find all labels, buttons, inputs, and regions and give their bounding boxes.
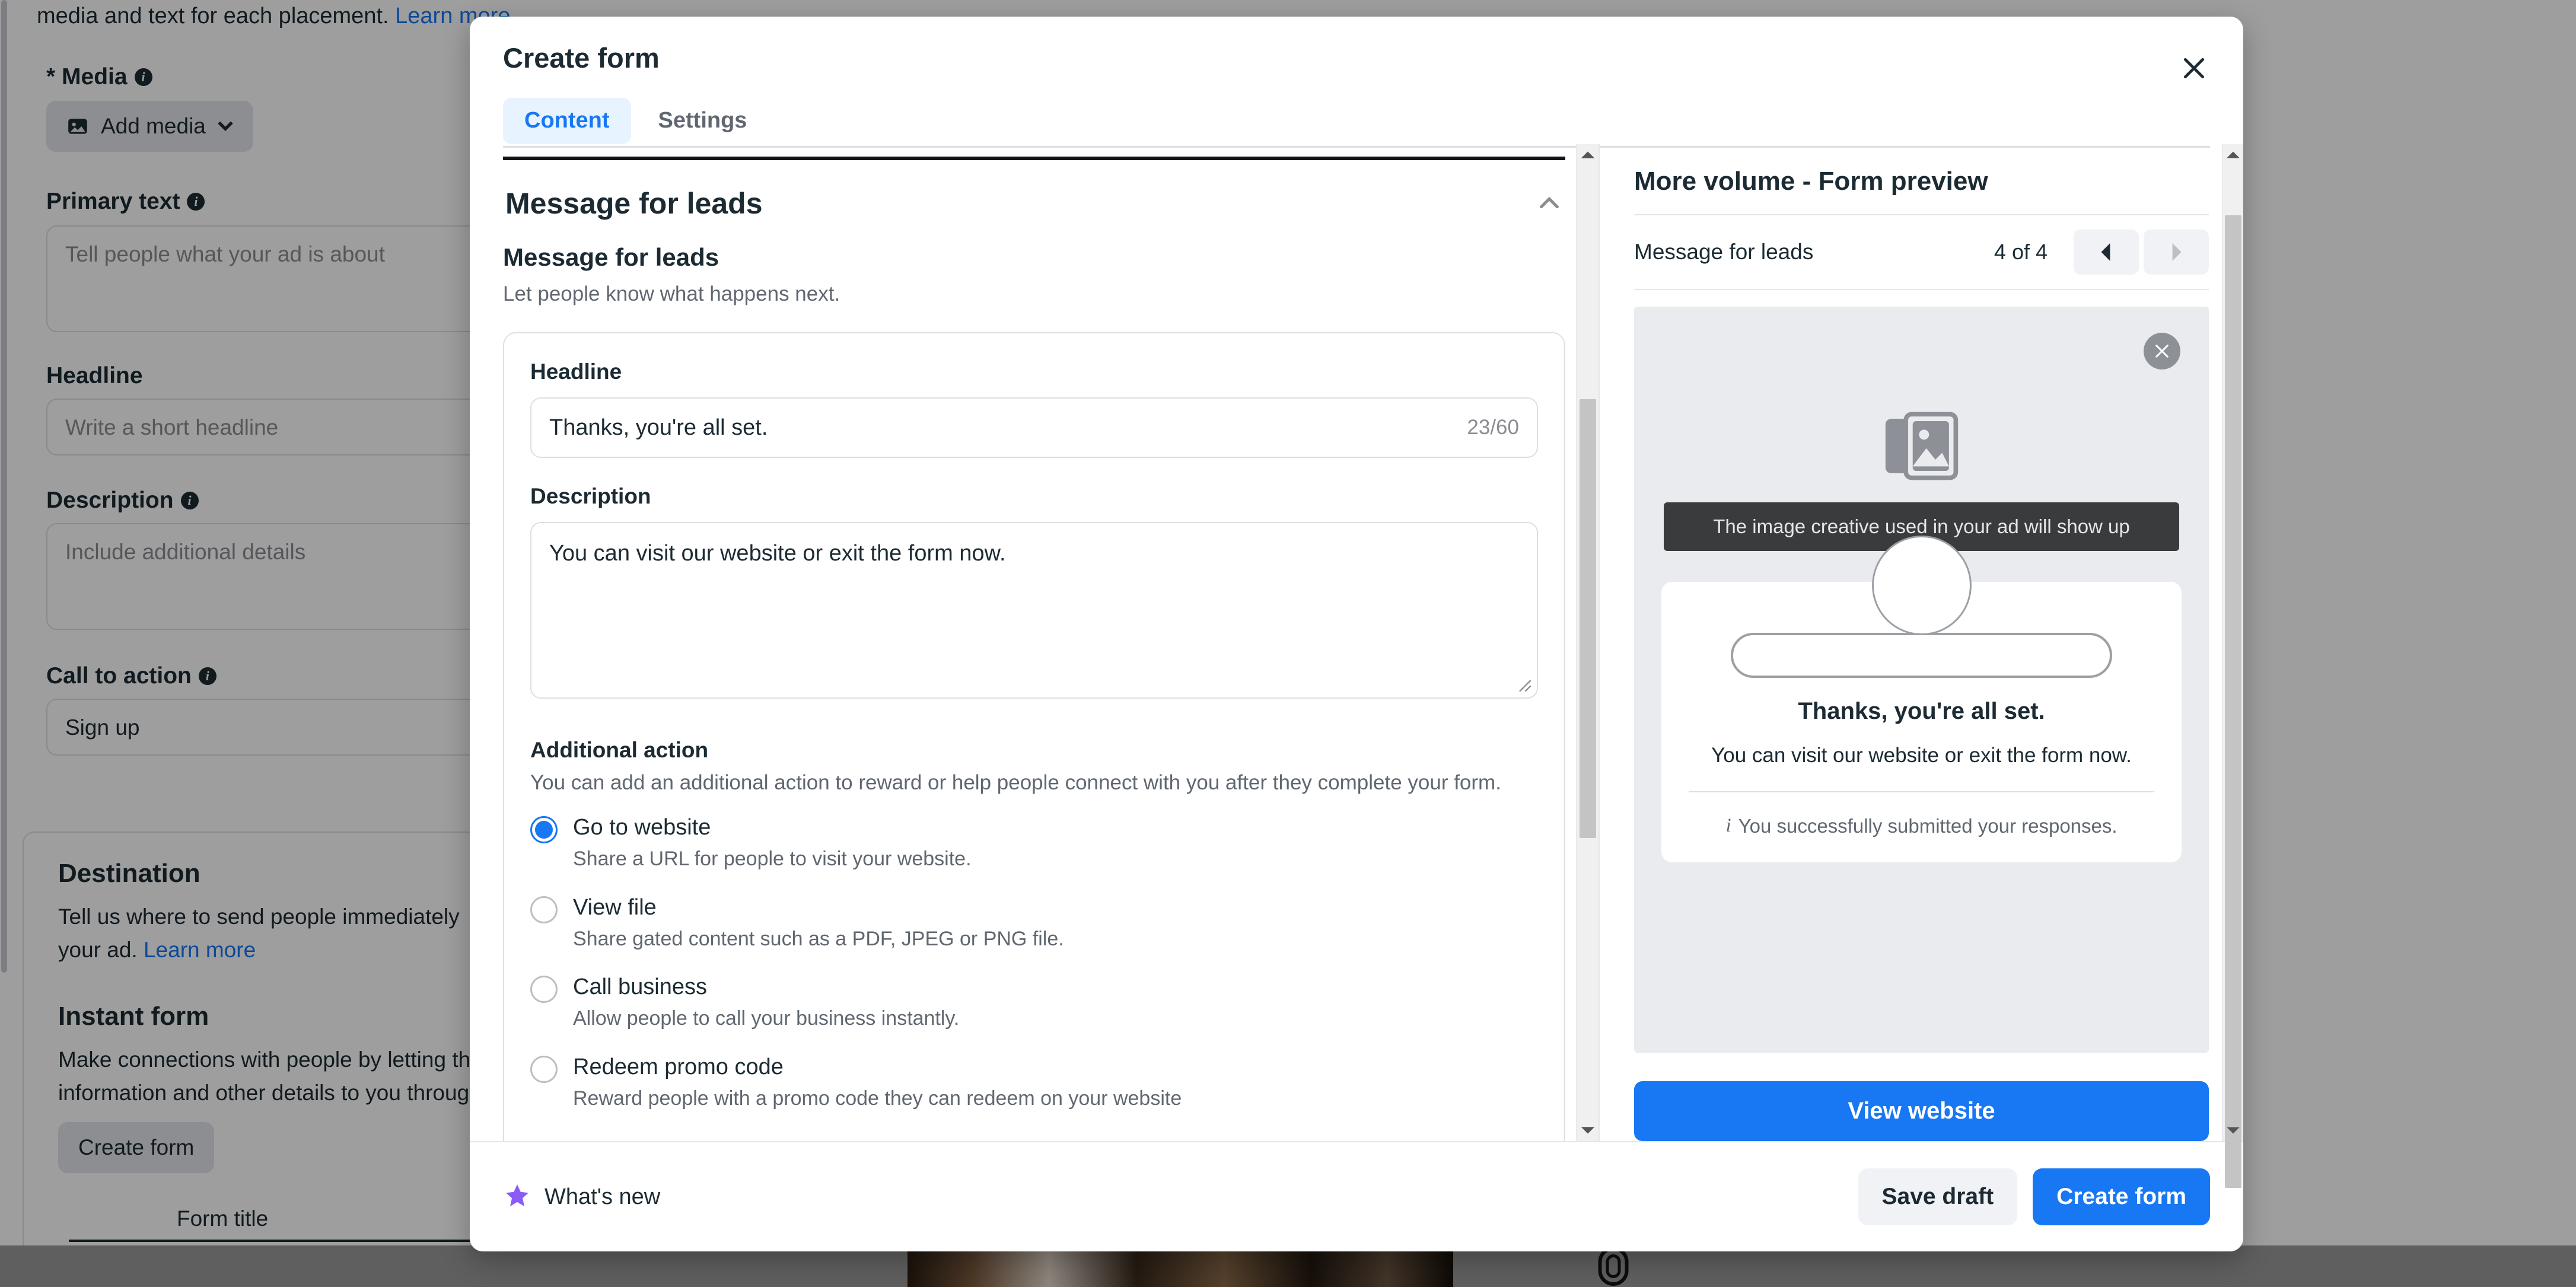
- headline-char-count: 23/60: [1467, 416, 1519, 439]
- create-form-modal: Create form Content Settings Message for…: [470, 17, 2243, 1251]
- preview-note: i You successfully submitted your respon…: [1689, 815, 2154, 837]
- fields-card: Headline Thanks, you're all set. 23/60 D…: [503, 332, 1565, 1141]
- section-header[interactable]: Message for leads: [503, 160, 1565, 243]
- image-icon: [1885, 412, 1958, 480]
- modal-body: Message for leads Message for leads Let …: [470, 144, 2243, 1188]
- radio-label: Redeem promo code: [573, 1054, 784, 1079]
- info-icon: i: [1725, 815, 1731, 837]
- radio-button[interactable]: [530, 816, 558, 844]
- tab-settings[interactable]: Settings: [637, 98, 769, 144]
- preview-description: You can visit our website or exit the fo…: [1711, 743, 2132, 767]
- radio-button[interactable]: [530, 896, 558, 923]
- block-title: Message for leads: [503, 243, 719, 272]
- content-pane-scrollbar-thumb[interactable]: [1580, 399, 1596, 838]
- block-subtitle: Let people know what happens next.: [503, 282, 840, 306]
- radio-description: Share a URL for people to visit your web…: [573, 848, 972, 871]
- close-icon[interactable]: [2172, 46, 2216, 90]
- scroll-down-arrow-icon[interactable]: [2225, 1126, 2241, 1136]
- preview-nav-row: Message for leads 4 of 4: [1634, 214, 2209, 290]
- close-glyph: [2155, 344, 2169, 358]
- content-scroll-area[interactable]: Message for leads Message for leads Let …: [470, 160, 1599, 1141]
- description-value: You can visit our website or exit the fo…: [549, 541, 1006, 566]
- preview-next-button[interactable]: [2144, 229, 2209, 275]
- preview-divider: [1689, 791, 2154, 792]
- preview-note-text: You successfully submitted your response…: [1738, 814, 2118, 837]
- additional-action-block: Additional action You can add an additio…: [530, 738, 1538, 1110]
- radio-option-view-file[interactable]: View file Share gated content such as a …: [530, 895, 1538, 951]
- scroll-up-arrow-icon[interactable]: [1580, 149, 1596, 160]
- headline-input[interactable]: Thanks, you're all set. 23/60: [530, 397, 1538, 458]
- additional-action-subtitle: You can add an additional action to rewa…: [530, 771, 1501, 795]
- view-website-button[interactable]: View website: [1634, 1081, 2209, 1141]
- scroll-up-arrow-icon[interactable]: [2225, 149, 2241, 160]
- whats-new-label: What's new: [545, 1184, 661, 1209]
- preview-headline: Thanks, you're all set.: [1798, 697, 2045, 724]
- radio-button[interactable]: [530, 976, 558, 1004]
- chevron-right-icon: [2172, 243, 2182, 261]
- radio-label: View file: [573, 894, 657, 920]
- page-title: Create form: [503, 42, 660, 74]
- preview-name-placeholder: [1730, 632, 2113, 678]
- additional-action-radio-group: Go to website Share a URL for people to …: [530, 815, 1538, 1110]
- preview-step-label: Message for leads: [1634, 239, 1814, 264]
- modal-tabs: Content Settings: [503, 98, 2210, 148]
- radio-label: Call business: [573, 974, 707, 1000]
- scroll-down-arrow-icon[interactable]: [1580, 1126, 1596, 1136]
- radio-option-redeem-promo-code[interactable]: Redeem promo code Reward people with a p…: [530, 1055, 1538, 1110]
- preview-title: More volume - Form preview: [1634, 166, 1988, 196]
- radio-description: Share gated content such as a PDF, JPEG …: [573, 927, 1064, 950]
- phone-preview: The image creative used in your ad will …: [1634, 306, 2209, 1053]
- description-textarea[interactable]: You can visit our website or exit the fo…: [530, 522, 1538, 699]
- radio-label: Go to website: [573, 815, 711, 840]
- radio-option-call-business[interactable]: Call business Allow people to call your …: [530, 974, 1538, 1030]
- content-pane-scrollbar[interactable]: [1576, 144, 1599, 1141]
- preview-scrollbar-thumb[interactable]: [2225, 215, 2241, 1188]
- content-pane: Message for leads Message for leads Let …: [470, 144, 1600, 1141]
- chevron-left-icon: [2101, 243, 2110, 261]
- avatar: [1871, 535, 1972, 635]
- create-form-button[interactable]: Create form: [2033, 1168, 2210, 1225]
- section-header-title: Message for leads: [505, 187, 763, 221]
- resize-grip-icon[interactable]: [1515, 676, 1532, 693]
- radio-description: Reward people with a promo code they can…: [573, 1087, 1182, 1110]
- star-icon: [506, 1184, 528, 1206]
- message-for-leads-block: Message for leads Let people know what h…: [503, 243, 1565, 306]
- form-preview-pane: More volume - Form preview Message for l…: [1600, 144, 2243, 1188]
- headline-label: Headline: [530, 359, 622, 384]
- headline-value: Thanks, you're all set.: [549, 415, 768, 440]
- whats-new-button[interactable]: What's new: [503, 1183, 660, 1211]
- content-progress-bar: [503, 154, 1565, 161]
- preview-step-count: 4 of 4: [1994, 239, 2048, 264]
- save-draft-button[interactable]: Save draft: [1858, 1168, 2018, 1225]
- radio-button[interactable]: [530, 1055, 558, 1083]
- radio-option-go-to-website[interactable]: Go to website Share a URL for people to …: [530, 815, 1538, 871]
- tab-content[interactable]: Content: [503, 98, 631, 144]
- close-glyph: [2183, 58, 2205, 79]
- modal-footer: What's new Save draft Create form: [470, 1141, 2243, 1251]
- additional-action-title: Additional action: [530, 738, 709, 763]
- modal-header: Create form Content Settings: [470, 17, 2243, 148]
- preview-scrollbar[interactable]: [2222, 144, 2243, 1188]
- close-circle-icon[interactable]: [2144, 332, 2180, 369]
- preview-prev-button[interactable]: [2074, 229, 2139, 275]
- chevron-up-icon[interactable]: [1536, 190, 1563, 217]
- description-label: Description: [530, 484, 651, 509]
- radio-description: Allow people to call your business insta…: [573, 1007, 960, 1030]
